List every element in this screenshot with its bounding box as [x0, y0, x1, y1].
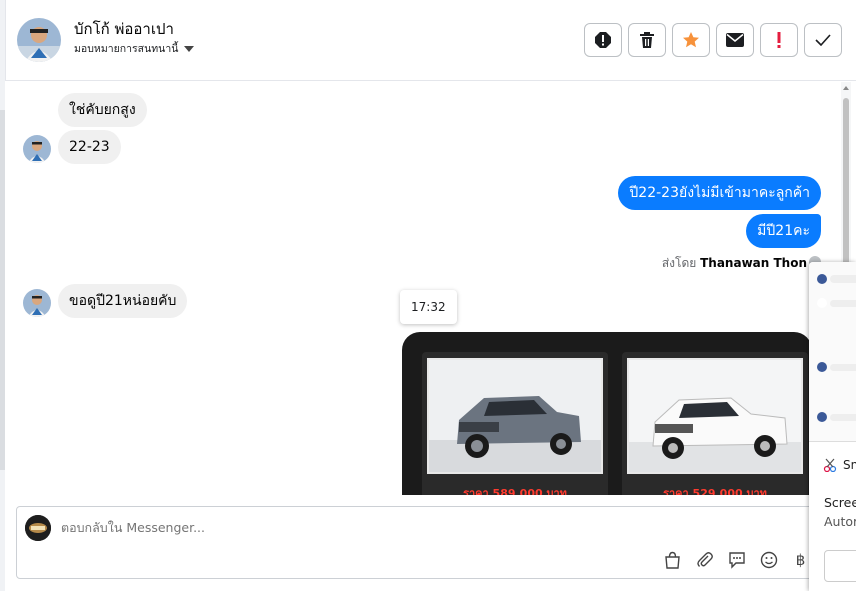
report-icon	[595, 32, 611, 48]
photo-attachment[interactable]: ราคา 589,000 บาท ราคา 529,000 บาท	[402, 332, 812, 495]
sent-by-name[interactable]: Thanawan Thon	[700, 256, 807, 270]
car-price-label: ราคา 529,000 บาท	[663, 487, 767, 495]
incoming-message[interactable]: 22-23	[58, 130, 121, 164]
contact-avatar-small[interactable]	[23, 135, 51, 163]
car-price-label: ราคา 589,000 บาท	[463, 487, 567, 495]
exclamation-icon	[777, 32, 781, 48]
assign-conversation-dropdown[interactable]: มอบหมายการสนทนานี้	[74, 40, 195, 57]
scroll-up-arrow-icon[interactable]	[843, 86, 849, 90]
screenshot-thumbnail[interactable]	[809, 262, 856, 442]
paperclip-icon[interactable]	[694, 549, 715, 570]
incoming-message[interactable]: ขอดูปี21หน่อยคับ	[58, 284, 188, 318]
chat-bubble-icon[interactable]	[726, 549, 747, 570]
star-icon	[683, 32, 699, 48]
contact-avatar-small[interactable]	[23, 289, 51, 317]
car-listing-tile: ราคา 589,000 บาท	[422, 352, 608, 495]
car-photo-white	[627, 358, 803, 474]
thumbnail-row	[817, 412, 856, 422]
composer-toolbar: ฿	[662, 549, 811, 570]
sent-by-label: ส่งโดย Thanawan Thon	[662, 254, 807, 273]
outgoing-message[interactable]: มีปี21คะ	[746, 214, 821, 248]
outgoing-message[interactable]: ปี22-23ยังไม่มีเข้ามาคะลูกค้า	[618, 176, 821, 210]
contact-avatar[interactable]	[17, 18, 61, 62]
baht-symbol: ฿	[795, 550, 806, 569]
contact-name[interactable]: บักโก้ พ่ออาเปา	[74, 17, 174, 41]
star-button[interactable]	[672, 23, 710, 57]
incoming-message[interactable]: ใช่คับยกสูง	[58, 93, 147, 127]
scissors-icon	[823, 458, 837, 472]
assign-label: มอบหมายการสนทนานี้	[74, 43, 179, 55]
delete-button[interactable]	[628, 23, 666, 57]
baht-icon[interactable]: ฿	[790, 549, 811, 570]
checkmark-icon	[815, 34, 831, 46]
reply-input[interactable]	[61, 520, 661, 535]
header-actions	[584, 23, 842, 57]
trash-icon	[640, 32, 654, 48]
mark-unread-button[interactable]	[716, 23, 754, 57]
car-photo-grey	[427, 358, 603, 474]
sent-by-prefix: ส่งโดย	[661, 256, 697, 270]
timestamp-tooltip: 17:32	[400, 290, 457, 324]
page-avatar	[25, 515, 51, 541]
reply-composer: ฿	[16, 506, 816, 579]
envelope-icon	[726, 33, 744, 47]
thumbnail-row	[817, 274, 856, 284]
overlay-action-button[interactable]	[824, 550, 856, 582]
overlay-text-1: Scree	[824, 495, 856, 510]
message-thread: ใช่คับยกสูง 22-23 ปี22-23ยังไม่มีเข้ามาค…	[5, 82, 851, 495]
conversation-header: บักโก้ พ่ออาเปา มอบหมายการสนทนานี้	[5, 0, 856, 81]
overlay-text-2: Autor	[824, 514, 856, 529]
smiley-icon[interactable]	[758, 549, 779, 570]
mark-done-button[interactable]	[804, 23, 842, 57]
thumbnail-row	[817, 298, 856, 308]
snipping-tool-name: Sn	[843, 458, 856, 472]
screenshot-overlay-panel: Sn Scree Autor	[809, 262, 856, 591]
snipping-tool-label[interactable]: Sn	[823, 458, 856, 472]
shopping-bag-icon[interactable]	[662, 549, 683, 570]
important-button[interactable]	[760, 23, 798, 57]
report-button[interactable]	[584, 23, 622, 57]
car-listing-tile: ราคา 529,000 บาท	[622, 352, 808, 495]
caret-down-icon	[184, 45, 195, 52]
thumbnail-row	[817, 362, 856, 372]
